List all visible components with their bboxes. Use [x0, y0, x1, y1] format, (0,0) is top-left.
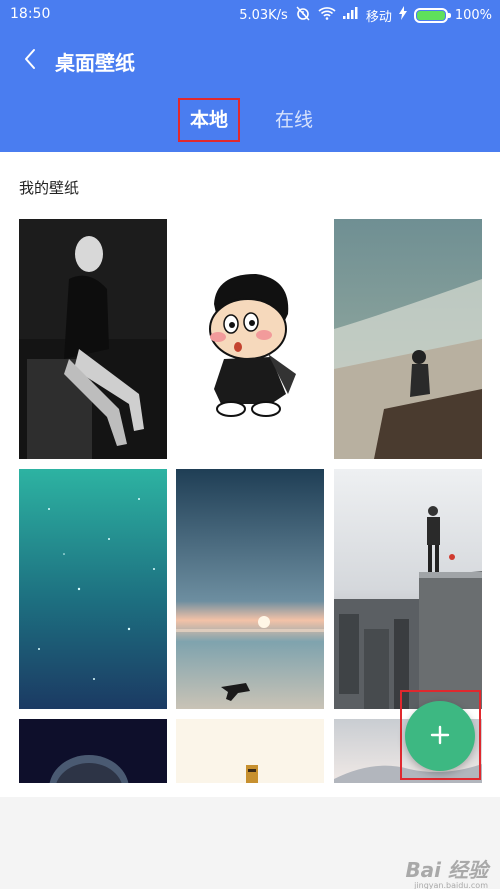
wallpaper-woman-bw[interactable]	[19, 219, 167, 459]
wallpaper-beach-sunset-dog[interactable]	[176, 469, 324, 709]
charging-icon	[398, 6, 407, 24]
page-title: 桌面壁纸	[55, 51, 135, 75]
wallpaper-teal-space[interactable]	[19, 469, 167, 709]
carrier-label: 移动	[365, 9, 392, 25]
section-label: 我的壁纸	[19, 179, 80, 197]
plus-icon	[430, 725, 450, 745]
wifi-icon	[318, 6, 336, 24]
status-time: 18:50	[10, 6, 51, 22]
watermark-sub: jingyan.baidu.com	[414, 881, 488, 889]
wallpaper-cliff-city[interactable]	[334, 219, 482, 459]
status-indicators: 5.03K/s 移动 100%	[239, 5, 492, 25]
alarm-off-icon	[295, 5, 311, 25]
watermark: Bai 经验 jingyan.baidu.com	[405, 854, 488, 889]
watermark-text: Bai 经验	[405, 858, 488, 882]
tab-local[interactable]: 本地	[178, 98, 241, 142]
battery-percent: 100%	[454, 7, 492, 23]
chevron-left-icon	[25, 49, 35, 69]
wallpaper-cartoon-boy[interactable]	[176, 219, 324, 459]
add-wallpaper-button[interactable]	[405, 701, 475, 771]
wallpaper-cream-figure[interactable]	[176, 719, 324, 783]
battery-icon	[413, 7, 451, 23]
signal-icon	[342, 7, 359, 23]
app-bar: 桌面壁纸 本地 在线	[0, 30, 500, 152]
wallpaper-skyscraper-man[interactable]	[334, 469, 482, 709]
back-button[interactable]	[10, 42, 50, 78]
bottom-area: Bai 经验 jingyan.baidu.com	[0, 797, 500, 889]
tab-online[interactable]: 在线	[265, 98, 323, 142]
network-speed: 5.03K/s	[239, 7, 288, 23]
wallpaper-dark-planet[interactable]	[19, 719, 167, 783]
status-bar: 18:50 5.03K/s 移动 100%	[0, 0, 500, 30]
